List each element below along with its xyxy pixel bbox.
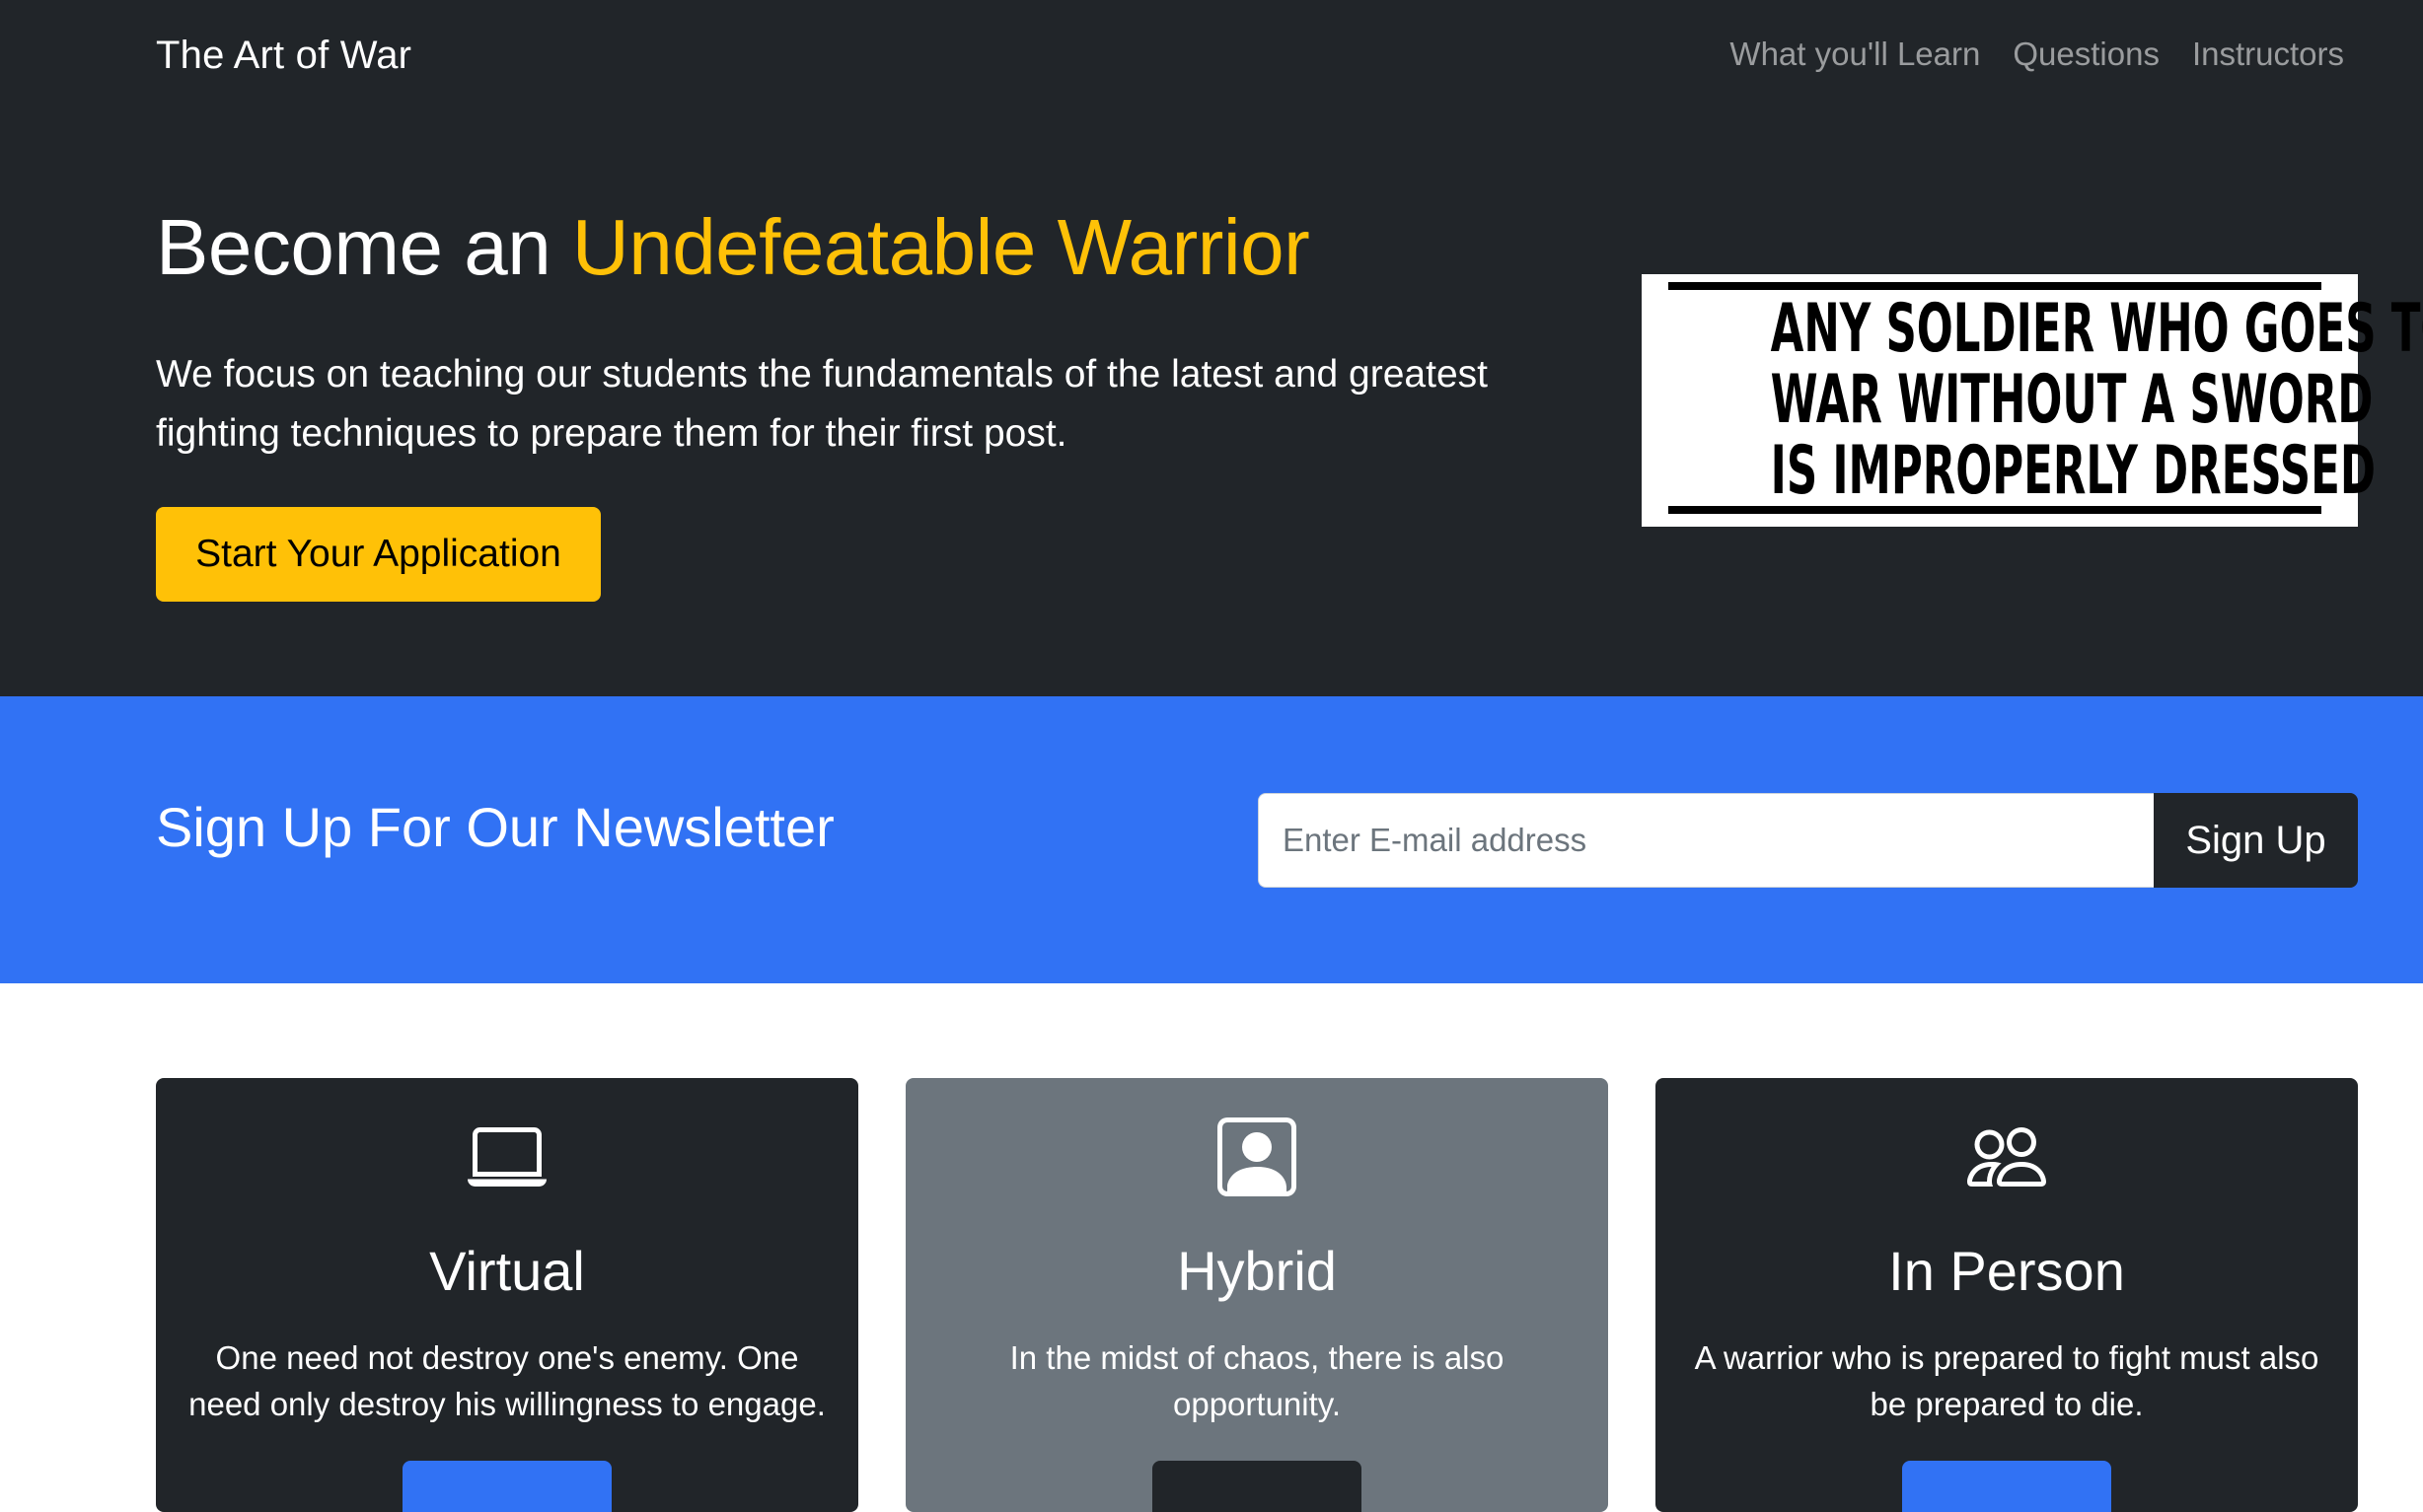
quote-line: ANY SOLDIER WHO GOES TO	[1770, 290, 2423, 368]
brand-link[interactable]: The Art of War	[156, 34, 411, 78]
email-field[interactable]	[1258, 793, 2154, 888]
card-in-person: In Person A warrior who is prepared to f…	[1655, 1078, 2358, 1512]
nav-links: What you'll Learn Questions Instructors	[1729, 36, 2344, 73]
newsletter-input-group: Sign Up	[1258, 793, 2358, 888]
quote-top-rule	[1668, 282, 2321, 290]
card-title: In Person	[1888, 1240, 2125, 1302]
card-text: One need not destroy one's enemy. One ne…	[188, 1339, 826, 1422]
card-virtual: Virtual One need not destroy one's enemy…	[156, 1078, 858, 1512]
hero-section: The Art of War What you'll Learn Questio…	[0, 0, 2423, 696]
hero-title: Become an Undefeatable Warrior	[156, 202, 1310, 293]
quote-bottom-rule	[1668, 506, 2321, 514]
newsletter-title: Sign Up For Our Newsletter	[156, 796, 835, 858]
quote-line: IS IMPROPERLY DRESSED	[1770, 432, 2376, 510]
nav-link-questions[interactable]: Questions	[2013, 36, 2160, 73]
hero-title-accent: Undefeatable Warrior	[571, 203, 1310, 291]
card-virtual-button[interactable]	[403, 1461, 612, 1512]
people-icon	[1967, 1127, 2046, 1187]
quote-text: ANY SOLDIER WHO GOES TO WAR WITHOUT A SW…	[1770, 290, 2423, 510]
card-title: Virtual	[429, 1240, 585, 1302]
sign-up-button[interactable]: Sign Up	[2154, 793, 2358, 888]
laptop-icon	[468, 1127, 547, 1187]
card-hybrid-button[interactable]	[1152, 1461, 1361, 1512]
person-square-icon	[1217, 1117, 1296, 1196]
card-text: In the midst of chaos, there is also opp…	[1009, 1339, 1505, 1422]
card-in-person-button[interactable]	[1902, 1461, 2111, 1512]
start-application-button[interactable]: Start Your Application	[156, 507, 601, 602]
navbar: The Art of War What you'll Learn Questio…	[0, 0, 2423, 116]
card-hybrid: Hybrid In the midst of chaos, there is a…	[906, 1078, 1608, 1512]
quote-image: ANY SOLDIER WHO GOES TO WAR WITHOUT A SW…	[1642, 274, 2423, 527]
hero-lead: We focus on teaching our students the fu…	[156, 353, 1488, 455]
nav-link-what-youll-learn[interactable]: What you'll Learn	[1729, 36, 1980, 73]
card-text: A warrior who is prepared to fight must …	[1694, 1339, 2319, 1422]
nav-link-instructors[interactable]: Instructors	[2192, 36, 2344, 73]
hero-title-prefix: Become an	[156, 203, 572, 291]
newsletter-section: Sign Up For Our Newsletter Sign Up	[0, 696, 2423, 983]
quote-line: WAR WITHOUT A SWORD	[1770, 361, 2374, 439]
card-title: Hybrid	[1177, 1240, 1337, 1302]
